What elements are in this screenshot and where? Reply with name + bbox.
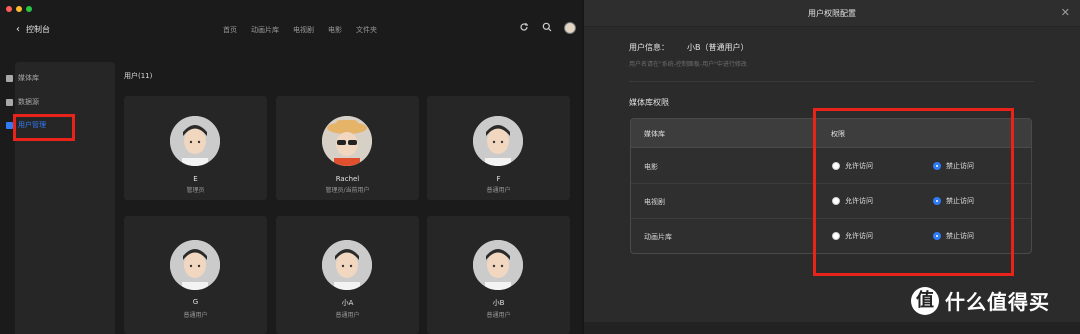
sidebar-item-label: 数据源 — [18, 98, 39, 106]
user-info-value: 小B（普通用户） — [687, 43, 749, 52]
media-library-icon — [6, 74, 13, 82]
column-header-library: 媒体库 — [644, 130, 665, 138]
watermark-text: 什么值得买 — [945, 290, 1050, 314]
toolbar-icons — [518, 22, 576, 34]
user-role: 普通用户 — [486, 187, 511, 194]
library-name: 动画片库 — [644, 233, 672, 241]
dialog-title-bar: 用户权限配置 ✕ — [584, 0, 1080, 27]
chevron-left-icon: ‹ — [16, 23, 20, 35]
user-card[interactable]: 小B 普通用户 — [427, 216, 570, 334]
back-label: 控制台 — [26, 25, 50, 34]
nav-item-anime[interactable]: 动画片库 — [251, 25, 279, 35]
refresh-icon[interactable] — [518, 22, 530, 34]
nav-item-folders[interactable]: 文件夹 — [356, 25, 377, 35]
avatar — [322, 240, 372, 290]
user-name: F — [496, 175, 501, 183]
user-info-hint: 用户名请在"系统-控制面板-用户"中进行修改 — [629, 61, 747, 68]
nav-item-movies[interactable]: 电影 — [328, 25, 342, 35]
data-source-icon — [6, 98, 13, 106]
users-section-title: 用户(11) — [124, 72, 153, 80]
avatar — [473, 240, 523, 290]
user-card[interactable]: E 管理员 — [124, 96, 267, 200]
library-name: 电视剧 — [644, 198, 665, 206]
highlight-box-permissions — [813, 108, 1014, 276]
console-window: ‹ 控制台 首页 动画片库 电视剧 电影 文件夹 媒体库 数据源 用户管理 用户… — [0, 0, 582, 334]
library-name: 电影 — [644, 163, 658, 171]
minimize-window-button[interactable] — [16, 6, 22, 12]
maximize-window-button[interactable] — [26, 6, 32, 12]
close-icon[interactable]: ✕ — [1061, 6, 1070, 19]
window-controls — [6, 6, 32, 12]
sidebar-item-media-library[interactable]: 媒体库 — [6, 73, 39, 83]
top-navigation: 首页 动画片库 电视剧 电影 文件夹 — [223, 25, 377, 35]
section-title: 媒体库权限 — [629, 98, 669, 107]
user-info: 用户信息： 小B（普通用户） — [629, 42, 749, 53]
close-window-button[interactable] — [6, 6, 12, 12]
user-name: Rachel — [335, 175, 360, 183]
divider — [629, 81, 1034, 82]
user-management-icon — [6, 121, 13, 129]
user-avatar-icon[interactable] — [564, 22, 576, 34]
user-name: 小A — [341, 299, 354, 307]
nav-item-home[interactable]: 首页 — [223, 25, 237, 35]
user-card[interactable]: G 普通用户 — [124, 216, 267, 334]
highlight-box-sidebar — [13, 114, 75, 141]
avatar — [170, 116, 220, 166]
avatar — [473, 116, 523, 166]
watermark-logo-icon: 值 — [911, 286, 939, 315]
nav-item-tv[interactable]: 电视剧 — [293, 25, 314, 35]
user-role: 普通用户 — [486, 312, 511, 319]
search-icon[interactable] — [541, 22, 553, 34]
sidebar-item-label: 媒体库 — [18, 74, 39, 82]
back-button[interactable]: ‹ 控制台 — [16, 24, 50, 35]
sidebar-item-data-source[interactable]: 数据源 — [6, 97, 39, 107]
watermark: 值 什么值得买 — [911, 286, 1050, 315]
user-role: 普通用户 — [183, 312, 208, 319]
avatar — [170, 240, 220, 290]
user-name: G — [192, 298, 199, 306]
user-role: 普通用户 — [335, 312, 360, 319]
user-name: E — [193, 175, 198, 183]
permission-dialog: 用户权限配置 ✕ 用户信息： 小B（普通用户） 用户名请在"系统-控制面板-用户… — [584, 0, 1080, 334]
user-card[interactable]: Rachel 管理员/当前用户 — [276, 96, 419, 200]
user-role: 管理员 — [186, 187, 205, 194]
user-card[interactable]: F 普通用户 — [427, 96, 570, 200]
user-card[interactable]: 小A 普通用户 — [276, 216, 419, 334]
user-name: 小B — [492, 299, 505, 307]
dialog-footer — [584, 322, 1080, 334]
avatar — [322, 116, 372, 166]
dialog-title: 用户权限配置 — [808, 9, 856, 18]
user-info-label: 用户信息： — [629, 43, 669, 52]
user-role: 管理员/当前用户 — [325, 187, 370, 194]
